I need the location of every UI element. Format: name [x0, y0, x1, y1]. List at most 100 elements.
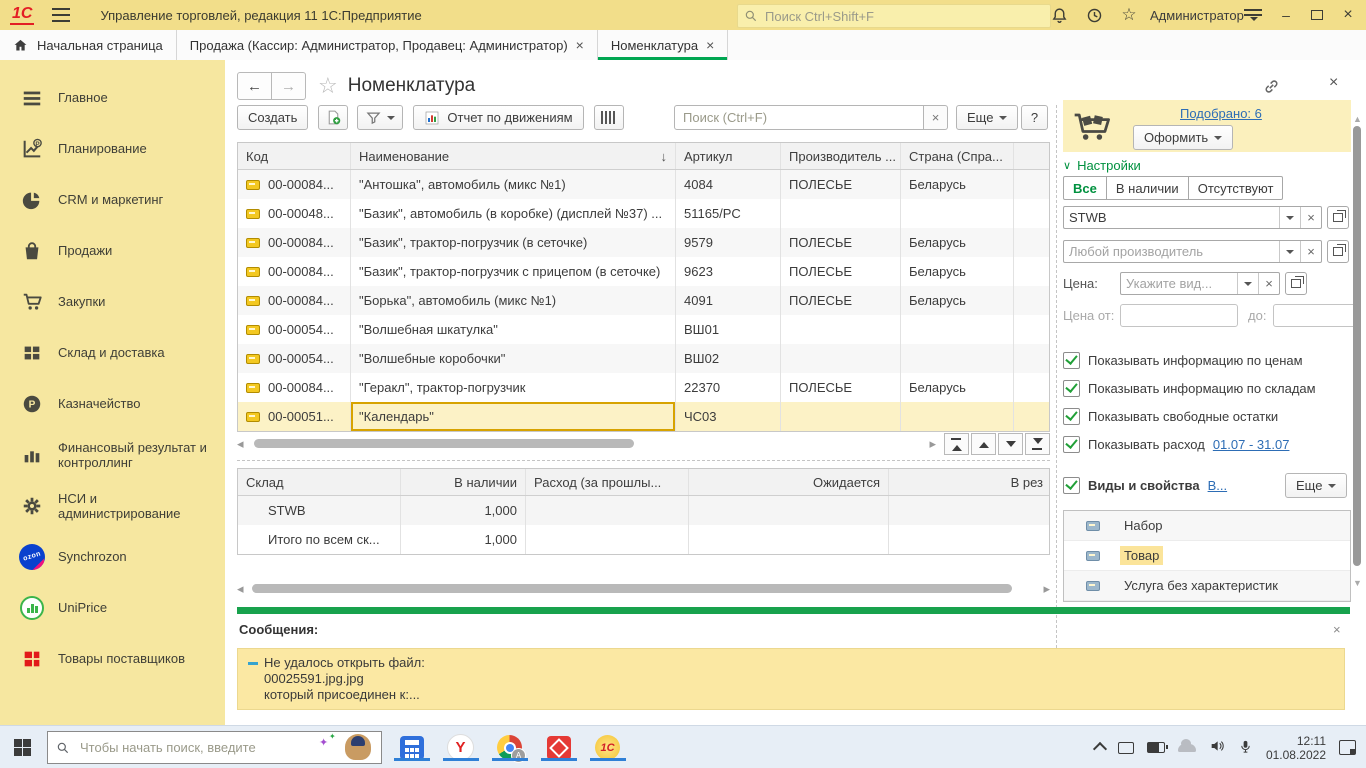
cell-article[interactable]: 22370 [676, 373, 781, 402]
favorites-star-icon[interactable]: ☆ [1116, 2, 1142, 28]
checkbox-checked-icon[interactable] [1063, 436, 1080, 453]
messages-close-icon[interactable]: × [1333, 622, 1341, 637]
cell-name[interactable]: "Борька", автомобиль (микс №1) [351, 286, 676, 315]
producer-input[interactable] [1064, 241, 1279, 262]
tab-nomenclature[interactable]: Номенклатура× [598, 30, 728, 60]
producer-combo[interactable]: × [1063, 240, 1322, 263]
clear-search-icon[interactable]: × [924, 105, 948, 130]
volume-icon[interactable] [1209, 738, 1225, 757]
message-item[interactable]: Не удалось открыть файл: 00025591.jpg.jp… [237, 648, 1345, 710]
splitter[interactable] [237, 460, 1050, 461]
table-row[interactable]: 00-00084..."Борька", автомобиль (микс №1… [238, 286, 1049, 315]
cell-article[interactable]: 9623 [676, 257, 781, 286]
producer-dropdown-icon[interactable] [1279, 241, 1300, 262]
cell-producer[interactable]: ПОЛЕСЬЕ [781, 257, 901, 286]
cell-reserved[interactable] [889, 496, 1051, 525]
taskbar-search-input[interactable] [78, 739, 272, 756]
cell-producer[interactable]: ПОЛЕСЬЕ [781, 170, 901, 199]
checkbox-checked-icon[interactable] [1063, 380, 1080, 397]
windows-start-icon[interactable] [14, 739, 31, 756]
cell-code[interactable]: 00-00054... [238, 315, 351, 344]
cell-code[interactable]: 00-00051... [238, 402, 351, 431]
column-header-available[interactable]: В наличии [401, 469, 526, 495]
list-search-input[interactable] [681, 109, 917, 126]
price-type-combo[interactable]: × [1120, 272, 1280, 295]
column-header-reserved[interactable]: В рез [889, 469, 1051, 495]
tab-close-icon[interactable]: × [576, 37, 584, 53]
cell-article[interactable]: 51165/РС [676, 199, 781, 228]
marketplace-app-icon[interactable] [545, 734, 572, 761]
cell-country[interactable]: Беларусь [901, 373, 1014, 402]
filter-tab-absent[interactable]: Отсутствуют [1189, 176, 1284, 200]
checkbox-checked-icon[interactable] [1063, 352, 1080, 369]
movements-report-button[interactable]: Отчет по движениям [413, 105, 583, 130]
producer-open-icon[interactable] [1327, 240, 1349, 263]
column-header-article[interactable]: Артикул [676, 143, 781, 169]
cell-code[interactable]: 00-00084... [238, 228, 351, 257]
cell-name[interactable]: "Базик", трактор-погрузчик (в сеточке) [351, 228, 676, 257]
cell-country[interactable]: Беларусь [901, 257, 1014, 286]
table-row[interactable]: 00-00054..."Волшебная шкатулка"ВШ01 [238, 315, 1049, 344]
cell-code[interactable]: 00-00054... [238, 344, 351, 373]
hscroll-thumb[interactable] [254, 439, 634, 448]
sidebar-item-казначейство[interactable]: PКазначейство [0, 378, 225, 429]
price-to-input[interactable] [1273, 304, 1359, 327]
filter-icon[interactable] [357, 105, 403, 130]
cell-extra[interactable] [1014, 199, 1049, 228]
sidebar-item-склад-и-доставка[interactable]: Склад и доставка [0, 327, 225, 378]
search-highlight-sticker[interactable]: ✦✦ [319, 734, 377, 762]
action-center-icon[interactable] [1339, 740, 1356, 755]
cell-consumption[interactable] [526, 525, 689, 554]
cell-extra[interactable] [1014, 344, 1049, 373]
cell-article[interactable]: 9579 [676, 228, 781, 257]
1c-app-icon[interactable]: 1С [594, 734, 621, 761]
cell-code[interactable]: 00-00084... [238, 373, 351, 402]
warehouse-clear-icon[interactable]: × [1300, 207, 1321, 228]
sidebar-item-uniprice[interactable]: UniPrice [0, 582, 225, 633]
cell-name[interactable]: "Календарь" [351, 402, 676, 431]
warehouse-dropdown-icon[interactable] [1279, 207, 1300, 228]
stock-row[interactable]: STWB1,000 [238, 496, 1049, 525]
cell-country[interactable]: Беларусь [901, 170, 1014, 199]
tab-home[interactable]: Начальная страница [0, 30, 177, 60]
current-user[interactable]: Администратор [1150, 8, 1244, 23]
cell-warehouse[interactable]: Итого по всем ск... [238, 525, 401, 554]
sidebar-item-crm-и-маркетинг[interactable]: CRM и маркетинг [0, 174, 225, 225]
go-first-button[interactable] [944, 433, 969, 455]
cell-reserved[interactable] [889, 525, 1051, 554]
favorite-star-icon[interactable]: ☆ [318, 73, 338, 99]
cell-warehouse[interactable]: STWB [238, 496, 401, 525]
cell-consumption[interactable] [526, 496, 689, 525]
cell-country[interactable] [901, 199, 1014, 228]
cell-code[interactable]: 00-00084... [238, 257, 351, 286]
global-search-input[interactable] [763, 8, 1017, 25]
cell-expected[interactable] [689, 496, 889, 525]
sidebar-item-финансовый-результат-и-контроллинг[interactable]: Финансовый результат и контроллинг [0, 429, 225, 480]
cell-extra[interactable] [1014, 286, 1049, 315]
display-tray-icon[interactable] [1118, 742, 1134, 754]
column-header-expected[interactable]: Ожидается [689, 469, 889, 495]
cell-producer[interactable]: ПОЛЕСЬЕ [781, 228, 901, 257]
column-header-name[interactable]: Наименование↓ [351, 143, 676, 169]
stock-row[interactable]: Итого по всем ск...1,000 [238, 525, 1049, 554]
kinds-checkbox[interactable] [1063, 477, 1080, 494]
help-button[interactable]: ? [1021, 105, 1048, 130]
filter-tab-in-stock[interactable]: В наличии [1107, 176, 1189, 200]
clock[interactable]: 12:1101.08.2022 [1266, 734, 1326, 762]
column-header-producer[interactable]: Производитель ... [781, 143, 901, 169]
table-row[interactable]: 00-00084..."Базик", трактор-погрузчик с … [238, 257, 1049, 286]
cell-name[interactable]: "Базик", трактор-погрузчик с прицепом (в… [351, 257, 676, 286]
cell-producer[interactable]: ПОЛЕСЬЕ [781, 373, 901, 402]
sidebar-item-главное[interactable]: Главное [0, 72, 225, 123]
picked-count-link[interactable]: Подобрано: 6 [1180, 106, 1262, 121]
cell-name[interactable]: "Антошка", автомобиль (микс №1) [351, 170, 676, 199]
kind-row[interactable]: Товар [1064, 541, 1350, 571]
main-menu-icon[interactable] [48, 2, 74, 28]
column-header-code[interactable]: Код [238, 143, 351, 169]
cell-country[interactable] [901, 344, 1014, 373]
cell-country[interactable] [901, 315, 1014, 344]
cell-code[interactable]: 00-00084... [238, 286, 351, 315]
table-row[interactable]: 00-00084..."Антошка", автомобиль (микс №… [238, 170, 1049, 199]
kind-row[interactable]: Услуга без характеристик [1064, 571, 1350, 601]
checkout-button[interactable]: Оформить [1133, 125, 1233, 150]
